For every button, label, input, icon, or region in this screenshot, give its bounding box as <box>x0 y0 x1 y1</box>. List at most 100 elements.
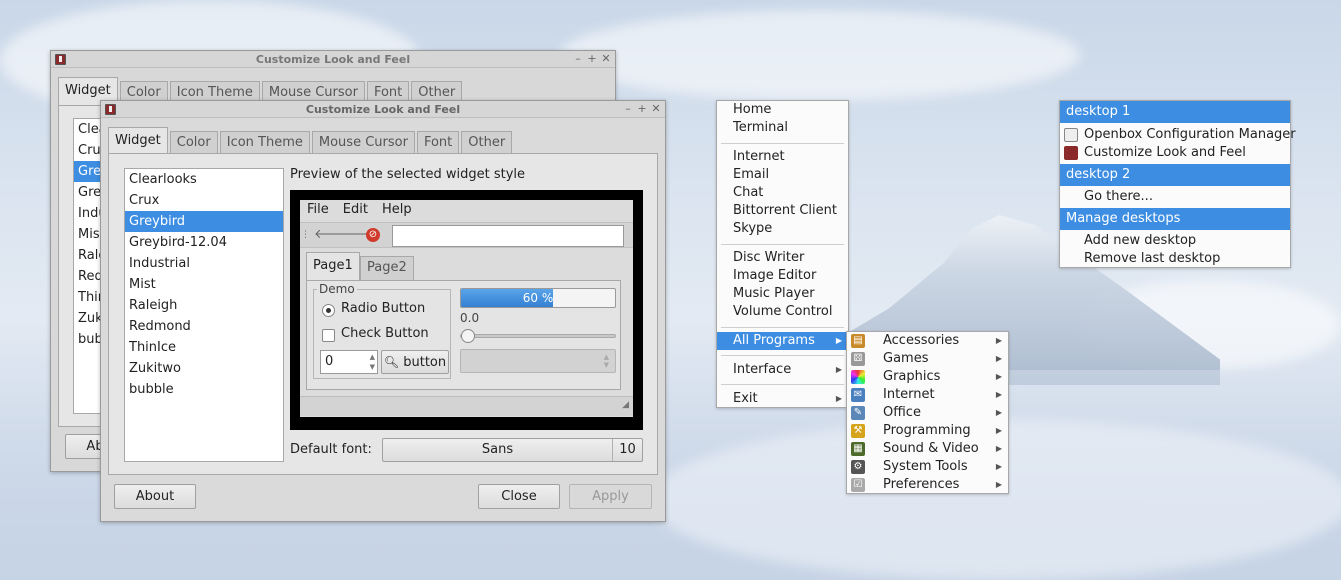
front-customize-window[interactable]: Customize Look and Feel – + ✕ Widget Col… <box>100 100 666 522</box>
preview-menu-edit[interactable]: Edit <box>336 200 375 220</box>
disabled-combo: ▲ ▼ <box>460 349 616 373</box>
menu-item-volume-control[interactable]: Volume Control <box>717 303 848 321</box>
preview-button[interactable]: 🔍︎ button <box>381 350 449 374</box>
preview-entry[interactable] <box>392 225 624 247</box>
check-button[interactable] <box>322 329 335 342</box>
preview-toolbar: ⋮ 🡐 🡒 ⊘ <box>300 222 633 248</box>
list-item[interactable]: bubble <box>125 379 283 400</box>
resize-grip-icon[interactable]: ◢ <box>622 400 629 410</box>
list-item[interactable]: Clearlooks <box>125 169 283 190</box>
radio-button[interactable] <box>322 304 335 317</box>
front-window-titlebar[interactable]: Customize Look and Feel – + ✕ <box>101 101 665 118</box>
accessories-icon: ▤ <box>851 334 865 348</box>
menu-item-add-desktop[interactable]: Add new desktop <box>1060 232 1290 250</box>
openbox-icon <box>1064 128 1078 142</box>
maximize-icon[interactable]: + <box>637 102 647 116</box>
close-icon[interactable]: ✕ <box>651 102 661 116</box>
submenu-arrow-icon: ▶ <box>995 372 1002 381</box>
minimize-icon[interactable]: – <box>573 52 583 66</box>
menu-item-music-player[interactable]: Music Player <box>717 285 848 303</box>
menu-item-internet[interactable]: ✉ Internet ▶ <box>847 386 1008 404</box>
office-icon: ✎ <box>851 406 865 420</box>
font-button[interactable]: Sans 10 <box>382 438 643 462</box>
default-font-label: Default font: <box>290 442 372 457</box>
menu-item-image-editor[interactable]: Image Editor <box>717 267 848 285</box>
menu-item-go-there[interactable]: Go there... <box>1060 188 1290 206</box>
spin-arrows-icon[interactable]: ▲ ▼ <box>370 352 375 372</box>
search-icon: 🔍︎ <box>383 355 400 369</box>
tab-font[interactable]: Font <box>416 131 460 155</box>
sound-video-icon: ▦ <box>851 442 865 456</box>
submenu-arrow-icon: ▶ <box>995 444 1002 453</box>
menu-item-interface[interactable]: Interface ▶ <box>717 361 848 379</box>
preview-menu-help[interactable]: Help <box>375 200 419 220</box>
about-button[interactable]: About <box>114 484 196 509</box>
list-item[interactable]: Zukitwo <box>125 358 283 379</box>
radio-button-label: Radio Button <box>341 301 426 316</box>
menu-item-skype[interactable]: Skype <box>717 220 848 238</box>
spin-button[interactable]: 0 ▲ ▼ <box>320 350 378 374</box>
scale-knob[interactable] <box>461 329 475 343</box>
preview-menu-file[interactable]: File <box>300 200 336 220</box>
tab-widget[interactable]: Widget <box>108 127 168 155</box>
menu-item-graphics[interactable]: Graphics ▶ <box>847 368 1008 386</box>
submenu-arrow-icon: ▶ <box>995 462 1002 471</box>
maximize-icon[interactable]: + <box>587 52 597 66</box>
menu-item-internet[interactable]: Internet <box>717 148 848 166</box>
menu-item-bittorrent[interactable]: Bittorrent Client <box>717 202 848 220</box>
menu-item-openbox-config[interactable]: Openbox Configuration Manager <box>1060 126 1296 144</box>
back-arrow-icon[interactable]: 🡐 <box>314 227 349 243</box>
desktop-2-header: desktop 2 <box>1060 164 1290 186</box>
scale-track[interactable] <box>460 334 616 338</box>
list-item[interactable]: Crux <box>125 190 283 211</box>
list-item[interactable]: Mist <box>125 274 283 295</box>
list-item[interactable]: Greybird-12.04 <box>125 232 283 253</box>
menu-item-games[interactable]: ⚄ Games ▶ <box>847 350 1008 368</box>
menu-item-home[interactable]: Home <box>717 101 848 119</box>
list-item[interactable]: Redmond <box>125 316 283 337</box>
back-window-titlebar[interactable]: Customize Look and Feel – + ✕ <box>51 51 615 68</box>
spin-value: 0 <box>325 354 334 369</box>
grip-icon: ⋮ <box>301 230 310 240</box>
tab-other[interactable]: Other <box>461 131 513 155</box>
tab-color[interactable]: Color <box>169 131 218 155</box>
menu-item-office[interactable]: ✎ Office ▶ <box>847 404 1008 422</box>
menu-item-email[interactable]: Email <box>717 166 848 184</box>
system-tools-icon: ⚙ <box>851 460 865 474</box>
menu-item-accessories[interactable]: ▤ Accessories ▶ <box>847 332 1008 350</box>
menu-item-programming[interactable]: ⚒ Programming ▶ <box>847 422 1008 440</box>
close-button[interactable]: Close <box>478 484 560 509</box>
demo-frame: Demo Radio Button Check Button 0 ▲ ▼ 🔍︎ b… <box>313 282 451 379</box>
menu-item-system-tools[interactable]: ⚙ System Tools ▶ <box>847 458 1008 476</box>
progress-text: 60 % <box>522 291 554 305</box>
menu-item-terminal[interactable]: Terminal <box>717 119 848 137</box>
programs-menu: ▤ Accessories ▶ ⚄ Games ▶ Graphics ▶ ✉ Interne… <box>846 331 1009 494</box>
preview-notebook: Demo Radio Button Check Button 0 ▲ ▼ 🔍︎ b… <box>306 280 621 390</box>
menu-item-customize-look[interactable]: Customize Look and Feel <box>1060 144 1290 162</box>
list-item[interactable]: Raleigh <box>125 295 283 316</box>
apply-button[interactable]: Apply <box>569 484 652 509</box>
list-item[interactable]: Greybird <box>125 211 283 232</box>
menu-item-preferences[interactable]: ☑ Preferences ▶ <box>847 476 1008 494</box>
tab-mouse-cursor[interactable]: Mouse Cursor <box>311 131 415 155</box>
back-window-title: Customize Look and Feel <box>255 52 411 66</box>
menu-item-remove-desktop[interactable]: Remove last desktop <box>1060 250 1290 268</box>
menu-item-sound-video[interactable]: ▦ Sound & Video ▶ <box>847 440 1008 458</box>
check-button-label: Check Button <box>341 326 429 341</box>
theme-list[interactable]: Clearlooks Crux Greybird Greybird-12.04 … <box>124 168 284 462</box>
menu-item-disc-writer[interactable]: Disc Writer <box>717 249 848 267</box>
menu-item-exit[interactable]: Exit ▶ <box>717 390 848 408</box>
forward-arrow-icon[interactable]: 🡒 <box>340 227 375 243</box>
front-window-title: Customize Look and Feel <box>305 102 461 116</box>
preview-tab-page1[interactable]: Page1 <box>306 252 360 280</box>
preview-tab-page2[interactable]: Page2 <box>360 256 414 280</box>
minimize-icon[interactable]: – <box>623 102 633 116</box>
menu-item-all-programs[interactable]: All Programs ▶ <box>717 332 848 350</box>
tab-icon-theme[interactable]: Icon Theme <box>219 131 310 155</box>
menu-item-chat[interactable]: Chat <box>717 184 848 202</box>
list-item[interactable]: ThinIce <box>125 337 283 358</box>
list-item[interactable]: Industrial <box>125 253 283 274</box>
progress-bar: 60 % <box>460 288 616 308</box>
stop-icon[interactable]: ⊘ <box>366 228 380 242</box>
close-icon[interactable]: ✕ <box>601 52 611 66</box>
